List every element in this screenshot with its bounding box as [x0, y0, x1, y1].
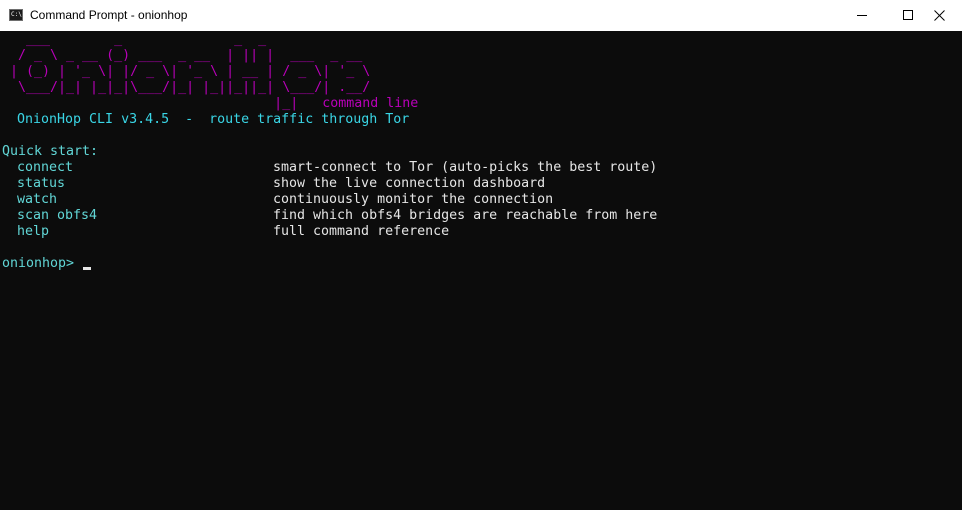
command-prompt-line[interactable]: onionhop>: [2, 256, 92, 272]
command-description: continuously monitor the connection: [273, 192, 554, 207]
close-button[interactable]: [916, 0, 962, 31]
command-name-status: status: [17, 176, 66, 191]
minimize-icon: [857, 15, 867, 16]
banner-tagline: command line: [322, 96, 419, 111]
command-name-help: help: [17, 224, 50, 239]
command-description: smart-connect to Tor (auto-picks the bes…: [273, 160, 658, 175]
console-output[interactable]: ___ _ _ _ / _ \ _ __ (_) ___ _ __ | || |…: [2, 32, 960, 508]
close-icon: [934, 10, 945, 21]
text-cursor: [83, 267, 92, 270]
title-bar[interactable]: C:\ Command Prompt - onionhop: [0, 0, 962, 31]
banner-ascii-line: / _ \ _ __ (_) ___ _ __ | || | ___ _ __: [2, 48, 363, 63]
command-name-watch: watch: [17, 192, 58, 207]
banner-ascii-line: | (_) | '_ \| |/ _ \| '_ \ | __ | / _ \|…: [2, 64, 371, 79]
minimize-button[interactable]: [839, 0, 885, 31]
window-title: Command Prompt - onionhop: [30, 8, 188, 22]
quick-start-heading: Quick start:: [2, 144, 99, 159]
banner-ascii-fragment: |_|: [2, 96, 323, 111]
command-name-scan-obfs4: scan obfs4: [17, 208, 98, 223]
maximize-icon: [903, 10, 913, 20]
command-prompt-icon: C:\: [9, 9, 23, 21]
command-name-connect: connect: [17, 160, 74, 175]
command-prompt-window: C:\ Command Prompt - onionhop ___ _ _ _ …: [0, 0, 962, 510]
banner-ascii-line: ___ _ _ _: [2, 32, 267, 47]
version-line: OnionHop CLI v3.4.5 - route traffic thro…: [2, 112, 409, 128]
command-description: full command reference: [273, 224, 450, 239]
banner-ascii-line-last: |_| command line: [2, 96, 418, 112]
command-description: show the live connection dashboard: [273, 176, 546, 191]
command-description: find which obfs4 bridges are reachable f…: [273, 208, 658, 223]
version-text: OnionHop CLI v3.4.5 - route traffic thro…: [17, 112, 410, 127]
prompt-label: onionhop>: [2, 256, 75, 271]
banner-ascii-line: \___/|_| |_|_|\___/|_| |_||_||_| \___/| …: [2, 80, 371, 95]
